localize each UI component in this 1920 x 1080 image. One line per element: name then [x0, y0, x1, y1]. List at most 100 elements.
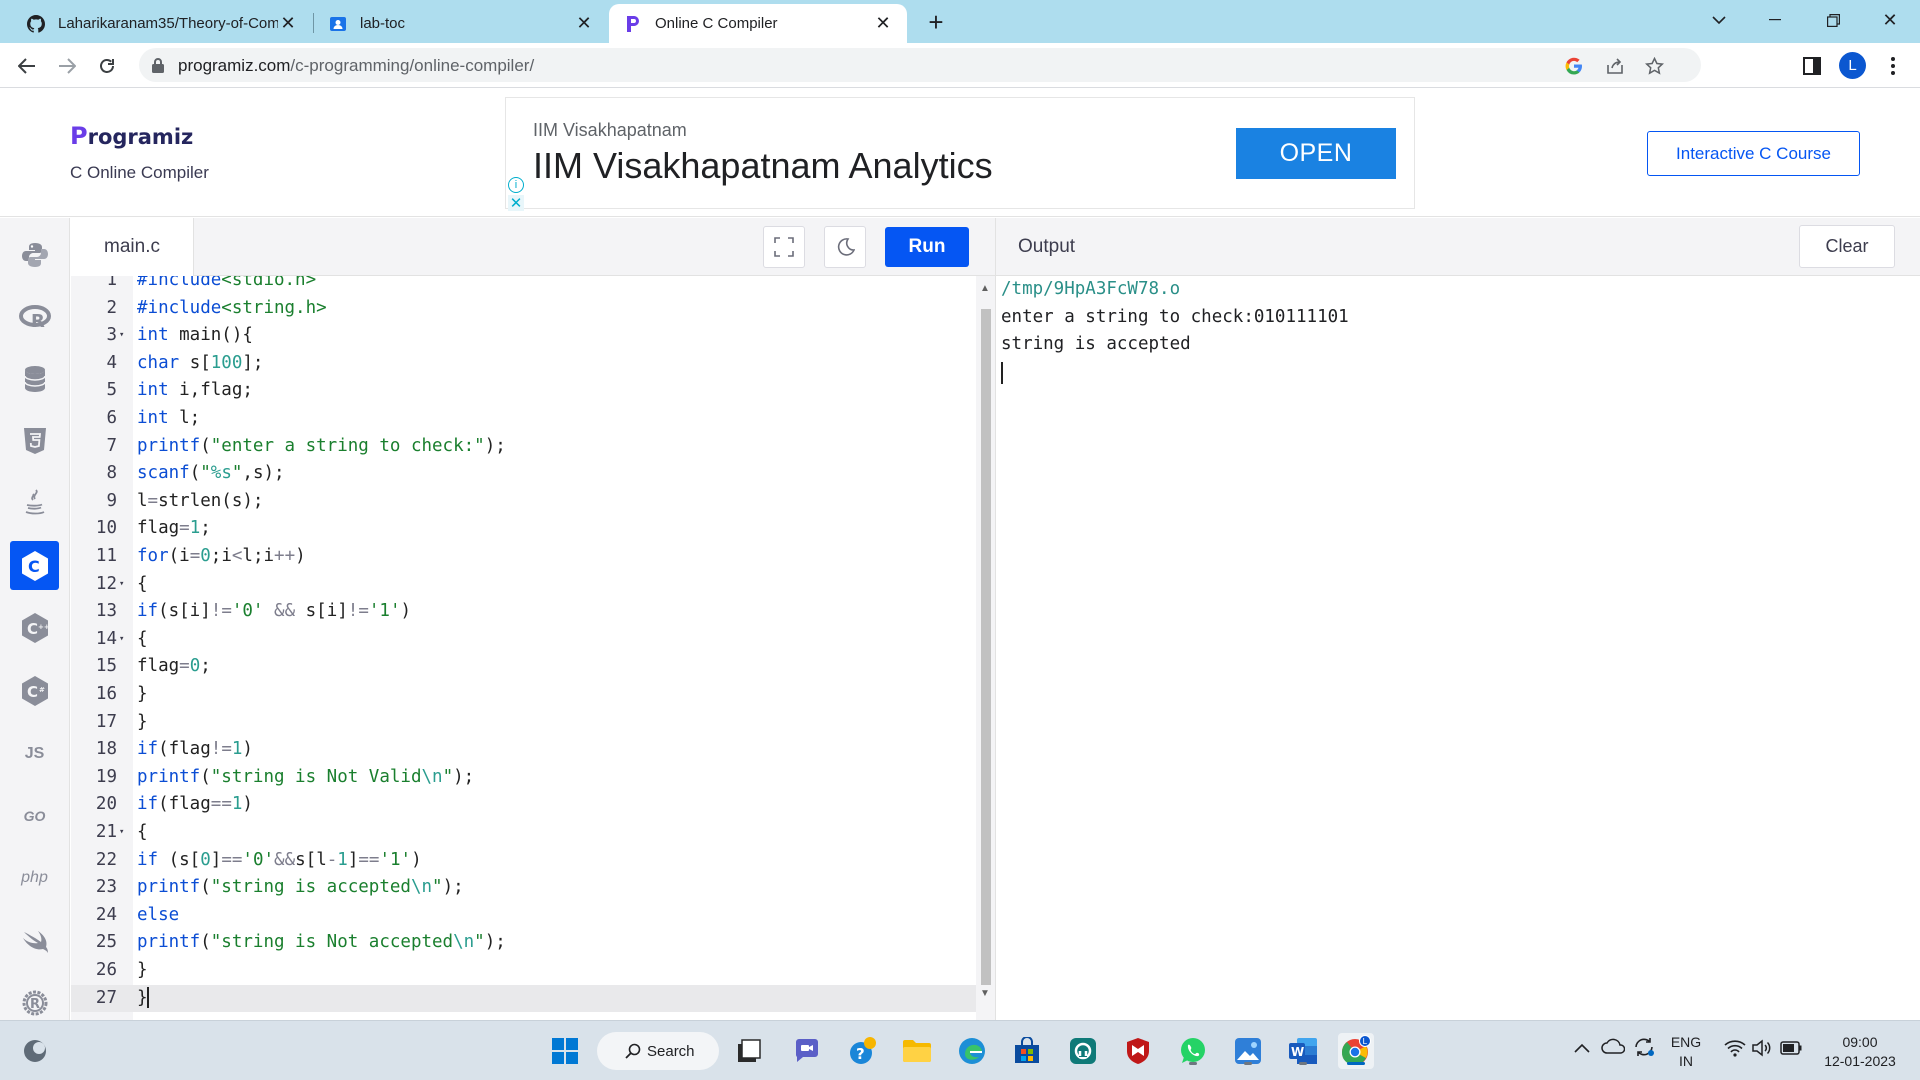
file-explorer-icon[interactable] — [899, 1033, 935, 1069]
close-icon[interactable]: ✕ — [574, 13, 594, 34]
photos-icon[interactable] — [1230, 1033, 1266, 1069]
google-icon[interactable] — [1564, 56, 1584, 76]
code-line[interactable]: 6 int l; — [71, 405, 976, 433]
theme-toggle-button[interactable] — [824, 226, 866, 268]
code-line[interactable]: 20 if(flag==1) — [71, 791, 976, 819]
code-line[interactable]: 11 for(i=0;i<l;i++) — [71, 543, 976, 571]
swift-icon[interactable] — [10, 916, 59, 965]
code-line[interactable]: 14 ▾ { — [71, 626, 976, 654]
microsoft-store-icon[interactable] — [1009, 1033, 1045, 1069]
reload-icon[interactable] — [92, 51, 122, 81]
chrome-taskbar-icon[interactable]: L — [1338, 1033, 1374, 1069]
ad-info-icon[interactable]: i — [508, 177, 524, 193]
onedrive-icon[interactable] — [1601, 1038, 1626, 1057]
volume-icon[interactable] — [1751, 1039, 1773, 1060]
profile-avatar[interactable]: L — [1839, 52, 1866, 79]
csharp-icon[interactable]: C # — [10, 666, 59, 715]
code-line[interactable]: 24 else — [71, 902, 976, 930]
code-line[interactable]: 7 printf("enter a string to check:"); — [71, 433, 976, 461]
windows-start-icon[interactable] — [547, 1033, 583, 1069]
code-line[interactable]: 23 printf("string is accepted\n"); — [71, 874, 976, 902]
forward-arrow-icon[interactable] — [52, 51, 82, 81]
code-line[interactable]: 26} — [71, 957, 976, 985]
input-language-indicator[interactable]: ENG IN — [1668, 1033, 1704, 1071]
tab-search-chevron-icon[interactable] — [1691, 4, 1747, 36]
address-bar[interactable]: programiz.com/c-programming/online-compi… — [139, 48, 1701, 82]
minimize-icon[interactable] — [1747, 4, 1803, 36]
code-line[interactable]: 10 flag=1; — [71, 515, 976, 543]
cpp-icon[interactable]: C ++ — [10, 603, 59, 652]
close-icon[interactable]: ✕ — [278, 13, 298, 34]
ad-headline[interactable]: IIM Visakhapatnam Analytics — [533, 145, 993, 187]
editor-scrollbar[interactable]: ▲ ▼ — [976, 276, 995, 1020]
code-line[interactable]: 1 #include<stdio.h> — [71, 276, 976, 295]
run-button[interactable]: Run — [885, 227, 969, 267]
bookmark-star-icon[interactable] — [1644, 56, 1664, 76]
battery-icon[interactable] — [1780, 1041, 1802, 1058]
php-icon[interactable]: php — [10, 853, 59, 902]
tab-lab-toc[interactable]: lab-toc ✕ — [314, 4, 608, 43]
get-help-icon[interactable]: ? — [845, 1033, 881, 1069]
mcafee-icon[interactable] — [1120, 1033, 1156, 1069]
r-icon[interactable]: R — [10, 292, 59, 341]
code-line[interactable]: 13 if(s[i]!='0' && s[i]!='1') — [71, 598, 976, 626]
side-panel-icon[interactable] — [1799, 53, 1825, 79]
interactive-c-course-button[interactable]: Interactive C Course — [1647, 131, 1860, 176]
taskbar-search[interactable]: Search — [597, 1032, 719, 1070]
c-icon[interactable]: C — [10, 541, 59, 590]
back-arrow-icon[interactable] — [12, 51, 42, 81]
code-line[interactable]: 3 ▾ int main(){ — [71, 322, 976, 350]
tab-online-c-compiler[interactable]: Online C Compiler ✕ — [609, 4, 907, 43]
restore-icon[interactable] — [1805, 4, 1861, 36]
code-line[interactable]: 17} — [71, 709, 976, 737]
code-line[interactable]: 8 scanf("%s",s); — [71, 460, 976, 488]
code-line[interactable]: 15 flag=0; — [71, 653, 976, 681]
code-line[interactable]: 2 #include<string.h> — [71, 295, 976, 323]
weather-widget-icon[interactable] — [17, 1033, 53, 1069]
teams-chat-icon[interactable] — [789, 1033, 825, 1069]
wifi-icon[interactable] — [1724, 1039, 1746, 1060]
python-icon[interactable] — [10, 230, 59, 279]
fold-toggle-icon[interactable]: ▾ — [119, 819, 129, 847]
ad-close-icon[interactable]: ✕ — [508, 195, 524, 212]
code-line[interactable]: 4 char s[100]; — [71, 350, 976, 378]
new-tab-button[interactable]: + — [922, 7, 950, 37]
code-line[interactable]: 9 l=strlen(s); — [71, 488, 976, 516]
taskbar-clock[interactable]: 09:00 12-01-2023 — [1820, 1033, 1900, 1071]
close-icon[interactable]: ✕ — [873, 13, 893, 34]
lock-icon[interactable] — [151, 57, 165, 73]
sql-icon[interactable] — [10, 354, 59, 403]
programiz-logo[interactable]: Programiz — [70, 122, 193, 150]
edge-browser-icon[interactable] — [954, 1033, 990, 1069]
tab-github[interactable]: Laharikaranam35/Theory-of-Com ✕ — [12, 4, 312, 43]
file-tab-main-c[interactable]: main.c — [71, 218, 194, 276]
code-line[interactable]: 18 if(flag!=1) — [71, 736, 976, 764]
sync-icon[interactable] — [1633, 1036, 1655, 1061]
scrollbar-thumb[interactable] — [981, 309, 991, 985]
kebab-menu-icon[interactable] — [1880, 53, 1906, 79]
java-icon[interactable] — [10, 478, 59, 527]
fold-toggle-icon[interactable]: ▾ — [119, 626, 129, 654]
share-icon[interactable] — [1605, 56, 1625, 76]
js-icon[interactable]: JS — [10, 729, 59, 778]
code-line[interactable]: 27} — [71, 984, 976, 1013]
window-close-icon[interactable]: ✕ — [1862, 4, 1918, 36]
scroll-up-icon[interactable]: ▲ — [980, 283, 990, 294]
clear-button[interactable]: Clear — [1799, 225, 1895, 268]
show-hidden-icons-chevron-icon[interactable] — [1574, 1040, 1590, 1056]
fold-toggle-icon[interactable]: ▾ — [119, 322, 129, 350]
fold-toggle-icon[interactable]: ▾ — [119, 571, 129, 599]
code-line[interactable]: 19 printf("string is Not Valid\n"); — [71, 764, 976, 792]
code-editor[interactable]: 1 #include<stdio.h> 2 #include<string.h> 3 ▾ i… — [71, 276, 995, 1020]
code-line[interactable]: 5 int i,flag; — [71, 377, 976, 405]
scroll-down-icon[interactable]: ▼ — [980, 988, 990, 999]
output-console[interactable]: /tmp/9HpA3FcW78.o enter a string to chec… — [995, 276, 1920, 1020]
app-icon[interactable] — [1065, 1033, 1101, 1069]
code-line[interactable]: 16} — [71, 681, 976, 709]
url-text[interactable]: programiz.com/c-programming/online-compi… — [178, 56, 534, 76]
whatsapp-icon[interactable] — [1175, 1033, 1211, 1069]
code-line[interactable]: 25 printf("string is Not accepted\n"); — [71, 929, 976, 957]
word-icon[interactable]: W — [1285, 1033, 1321, 1069]
code-line[interactable]: 22 if (s[0]=='0'&&s[l-1]=='1') — [71, 847, 976, 875]
task-view-icon[interactable] — [732, 1033, 768, 1069]
